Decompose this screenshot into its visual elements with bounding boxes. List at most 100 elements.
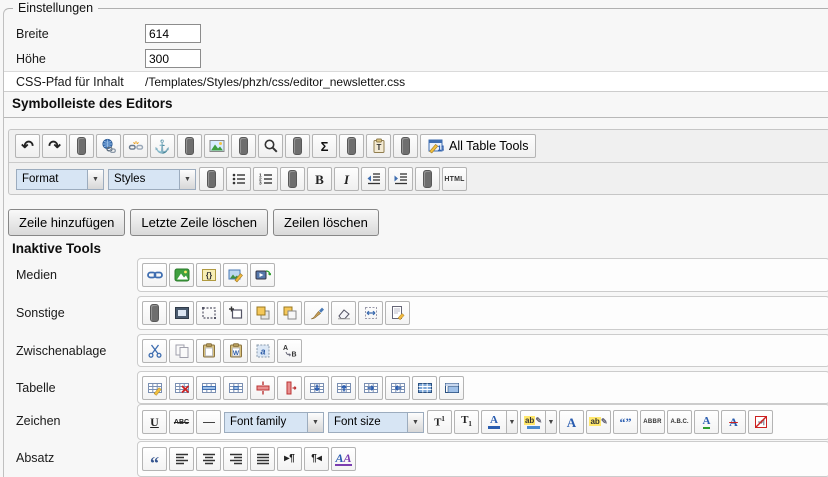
- search-button[interactable]: [258, 134, 283, 158]
- table-delete-button[interactable]: [169, 376, 194, 400]
- highlight-color-split-button[interactable]: ab✎▼: [520, 410, 557, 434]
- row-properties-button[interactable]: [196, 376, 221, 400]
- separator-handle[interactable]: [280, 167, 305, 191]
- text-color-button[interactable]: A: [481, 410, 506, 434]
- fontsize-select[interactable]: Font size▼: [328, 412, 424, 433]
- blockquote-button[interactable]: “: [142, 447, 167, 471]
- table-insert-button[interactable]: [142, 376, 167, 400]
- horizontal-rule-button[interactable]: [196, 410, 221, 434]
- align-left-button[interactable]: [169, 447, 194, 471]
- height-input[interactable]: [145, 49, 201, 68]
- style-props-button[interactable]: AA: [331, 447, 356, 471]
- text-color-picker-button[interactable]: A: [559, 410, 584, 434]
- outdent-button[interactable]: [361, 167, 386, 191]
- paste-word-button[interactable]: W: [223, 339, 248, 363]
- nonbreaking-button[interactable]: [748, 410, 773, 434]
- separator-handle[interactable]: [177, 134, 202, 158]
- page-properties-button[interactable]: [385, 301, 410, 325]
- bold-button[interactable]: B: [307, 167, 332, 191]
- rtl-button[interactable]: ¶◂: [304, 447, 329, 471]
- ltr-button[interactable]: ▸¶: [277, 447, 302, 471]
- merge-cells-button[interactable]: [412, 376, 437, 400]
- separator-handle[interactable]: [142, 301, 167, 325]
- width-input[interactable]: [145, 24, 201, 43]
- row-insert-after-button[interactable]: [304, 376, 329, 400]
- col-delete-button[interactable]: [277, 376, 302, 400]
- insertion-button[interactable]: A: [694, 410, 719, 434]
- indent-button[interactable]: [388, 167, 413, 191]
- bold-icon: B: [312, 171, 328, 187]
- bring-forward-button[interactable]: [250, 301, 275, 325]
- delete-last-row-button[interactable]: Letzte Zeile löschen: [130, 209, 268, 236]
- copy-button[interactable]: [169, 339, 194, 363]
- cut-button[interactable]: [142, 339, 167, 363]
- link-button[interactable]: [96, 134, 121, 158]
- undo-button[interactable]: ↶: [15, 134, 40, 158]
- redo-button[interactable]: ↷: [42, 134, 67, 158]
- chevron-down-icon[interactable]: ▼: [545, 410, 557, 434]
- send-backward-button[interactable]: [277, 301, 302, 325]
- add-row-button[interactable]: Zeile hinzufügen: [8, 209, 125, 236]
- bullet-list-button[interactable]: [226, 167, 251, 191]
- separator-handle[interactable]: [69, 134, 94, 158]
- numbered-list-button[interactable]: 123: [253, 167, 278, 191]
- select-all-button[interactable]: a: [250, 339, 275, 363]
- cell-properties-button[interactable]: [223, 376, 248, 400]
- separator-handle[interactable]: [415, 167, 440, 191]
- link-chain-button[interactable]: [142, 263, 167, 287]
- separator-handle[interactable]: [393, 134, 418, 158]
- photo-button[interactable]: [169, 263, 194, 287]
- col-insert-after-button[interactable]: [358, 376, 383, 400]
- paste-icon: [201, 343, 217, 359]
- delete-rows-button[interactable]: Zeilen löschen: [273, 209, 379, 236]
- text-color-split-button[interactable]: A▼: [481, 410, 518, 434]
- insert-layer-button[interactable]: [223, 301, 248, 325]
- paste-text-button[interactable]: T: [366, 134, 391, 158]
- absolute-position-button[interactable]: [358, 301, 383, 325]
- styles-select[interactable]: Styles▼: [108, 169, 196, 190]
- unlink-button[interactable]: [123, 134, 148, 158]
- media-button[interactable]: [250, 263, 275, 287]
- format-select[interactable]: Format▼: [16, 169, 104, 190]
- highlight-picker-icon: ab✎: [591, 414, 607, 430]
- deletion-button[interactable]: A: [721, 410, 746, 434]
- chevron-down-icon[interactable]: ▼: [506, 410, 518, 434]
- sigma-button[interactable]: Σ: [312, 134, 337, 158]
- edit-image-button[interactable]: [223, 263, 248, 287]
- separator-handle[interactable]: [199, 167, 224, 191]
- anchor-button[interactable]: ⚓: [150, 134, 175, 158]
- align-center-button[interactable]: [196, 447, 221, 471]
- superscript-button[interactable]: T1: [427, 410, 452, 434]
- highlight-color-button[interactable]: ab✎: [520, 410, 545, 434]
- abbreviation-button[interactable]: ABBR: [640, 410, 665, 434]
- underline-button[interactable]: U: [142, 410, 167, 434]
- image-button[interactable]: [204, 134, 229, 158]
- highlight-picker-button[interactable]: ab✎: [586, 410, 611, 434]
- paste-button[interactable]: [196, 339, 221, 363]
- format-brush-button[interactable]: [304, 301, 329, 325]
- separator-handle[interactable]: [231, 134, 256, 158]
- italic-button[interactable]: I: [334, 167, 359, 191]
- strikethrough-button[interactable]: ABC: [169, 410, 194, 434]
- html-source-button[interactable]: HTML: [442, 167, 467, 191]
- citation-button[interactable]: “”: [613, 410, 638, 434]
- separator-handle[interactable]: [339, 134, 364, 158]
- highlight-color-icon: ab✎: [525, 414, 541, 430]
- row-insert-before-button[interactable]: [331, 376, 356, 400]
- find-replace-button[interactable]: AB: [277, 339, 302, 363]
- align-right-button[interactable]: [223, 447, 248, 471]
- row-delete-button[interactable]: [250, 376, 275, 400]
- template-button[interactable]: {}: [196, 263, 221, 287]
- subscript-button[interactable]: T1: [454, 410, 479, 434]
- split-cells-button[interactable]: [439, 376, 464, 400]
- align-justify-button[interactable]: [250, 447, 275, 471]
- visual-aid-button[interactable]: [196, 301, 221, 325]
- eraser-button[interactable]: [331, 301, 356, 325]
- acronym-button[interactable]: A.B.C.: [667, 410, 692, 434]
- fontfamily-select[interactable]: Font family▼: [224, 412, 324, 433]
- fullscreen-button[interactable]: [169, 301, 194, 325]
- tool-group-strip: {}: [137, 258, 828, 292]
- col-insert-before-button[interactable]: [385, 376, 410, 400]
- separator-handle[interactable]: [285, 134, 310, 158]
- table-tools-button[interactable]: 11All Table Tools: [420, 134, 536, 158]
